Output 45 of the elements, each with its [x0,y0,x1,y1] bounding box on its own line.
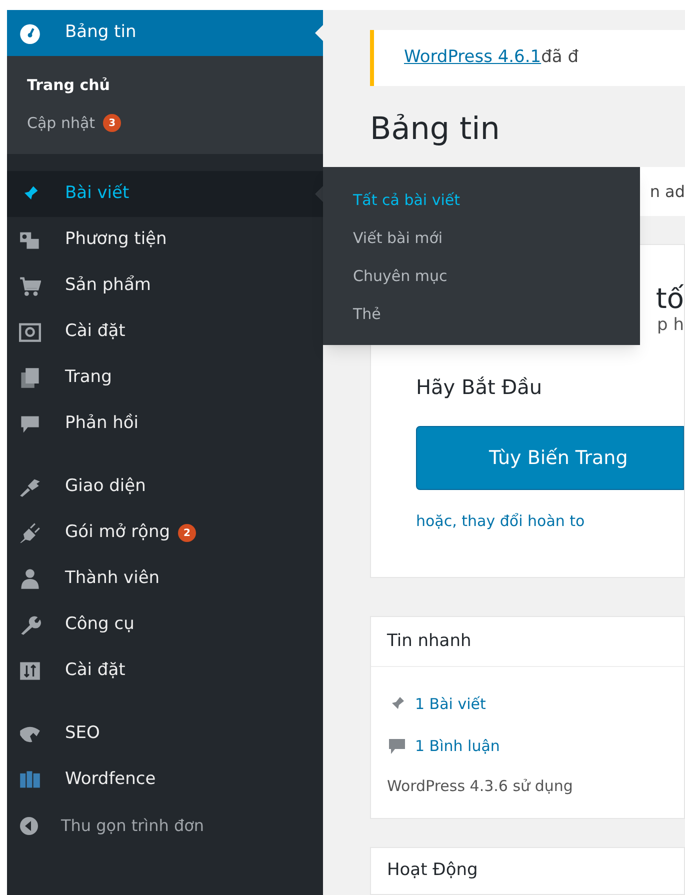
flyout-item[interactable]: Viết bài mới [353,219,640,257]
menu-item[interactable]: Giao diện [7,464,323,510]
glance-item[interactable]: 1 Bài viết [387,683,684,726]
collapse-menu-button[interactable]: Thu gọn trình đơn [7,803,323,849]
pages-icon [19,367,41,389]
glance-item[interactable]: 1 Bình luận [387,725,684,768]
collapse-icon [19,816,39,836]
menu-item[interactable]: Wordfence [7,757,323,803]
menu-item[interactable]: Phương tiện [7,217,323,263]
sliders-icon [19,660,41,682]
menu-item[interactable]: Cài đặt [7,648,323,694]
panel-title: Tin nhanh [371,617,684,668]
update-notice: WordPress 4.6.1đã đ [370,30,685,86]
menu-item[interactable]: Sản phẩm [7,263,323,309]
gauge-icon [19,22,41,44]
flyout-item[interactable]: Thẻ [353,295,640,333]
menu-item[interactable]: SEO [7,711,323,757]
cart-icon [19,275,41,297]
update-link[interactable]: WordPress 4.6.1 [404,45,542,71]
count-badge: 2 [178,524,196,542]
wrench-icon [19,614,41,636]
submenu-item[interactable]: Cập nhật 3 [7,104,323,142]
plug-icon [19,522,41,544]
submenu-item[interactable]: Trang chủ [7,66,323,104]
panel-title: Hoạt Động [387,862,478,880]
user-icon [19,568,41,590]
menu-item[interactable]: Công cụ [7,602,323,648]
menu-item[interactable]: Cài đặt [7,309,323,355]
version-text: WordPress 4.3.6 sử dụng [387,776,574,798]
welcome-subtext: p h [657,314,684,338]
speech-bubble-icon [387,736,407,756]
column-title: Hãy Bắt Đầu [416,374,544,401]
menu-item[interactable]: Bảng tin [7,10,323,56]
count-badge: 3 [103,114,122,132]
menu-item[interactable]: Gói mở rộng 2 [7,510,323,556]
safe-icon [19,321,41,343]
page-title: Bảng tin [370,114,501,145]
menu-item[interactable]: Bài viết [7,171,323,217]
customize-button[interactable]: Tùy Biến Trang [416,426,684,490]
menu-item[interactable]: Trang [7,355,323,401]
welcome-heading: tố [656,285,684,314]
flyout-item[interactable]: Chuyên mục [353,257,640,295]
menu-item[interactable]: Phản hồi [7,401,323,447]
alternative-link[interactable]: hoặc, thay đổi hoàn to [416,510,684,532]
menu-item[interactable]: Thành viên [7,556,323,602]
